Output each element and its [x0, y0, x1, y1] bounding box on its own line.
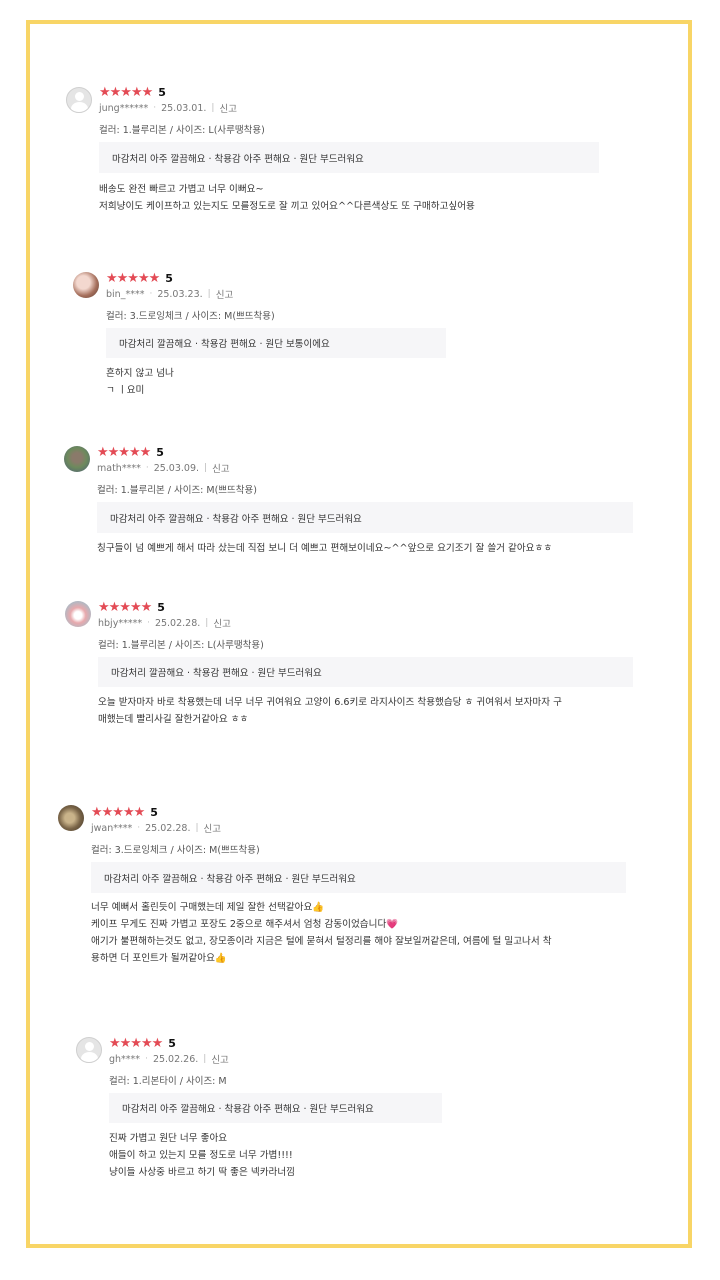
review-date: 25.03.23.	[157, 288, 203, 300]
evaluation-tags: 마감처리 깔끔해요 · 착용감 편해요 · 원단 부드러워요	[98, 657, 633, 687]
review-text-line: 저희냥이도 케이프하고 있는지도 모를정도로 잘 끼고 있어요^^다른색상도 또…	[99, 201, 475, 212]
report-link[interactable]: 신고	[213, 616, 230, 630]
option-info: 컬러: 3.드로잉체크 / 사이즈: M(쁘뜨착용)	[106, 311, 275, 322]
star-rating-icon: ★★★★★	[106, 270, 160, 286]
review-date: 25.02.28.	[154, 617, 201, 629]
avatar	[73, 272, 99, 298]
review-text-line: 칭구들이 넘 예쁘게 해서 따라 샀는데 직접 보니 더 예쁘고 편해보이네요~…	[97, 543, 553, 554]
report-link[interactable]: 신고	[204, 821, 221, 835]
avatar	[76, 1037, 102, 1063]
review-text-line: 진짜 가볍고 원단 너무 좋아요	[109, 1133, 228, 1144]
rating-score: 5	[150, 805, 158, 819]
review-text-line: 냥이들 사상중 바르고 하기 딱 좋은 넥카라너낌	[109, 1167, 295, 1178]
review-text: 칭구들이 넘 예쁘게 해서 따라 샀는데 직접 보니 더 예쁘고 편해보이네요~…	[97, 540, 552, 557]
review-date: 25.03.09.	[153, 462, 200, 474]
option-info: 컬러: 1.블루리본 / 사이즈: M(쁘뜨착용)	[97, 485, 257, 496]
review-text: 배송도 완전 빠르고 가볍고 너무 이뻐요~ 저희냥이도 케이프하고 있는지도 …	[99, 181, 475, 215]
rating-score: 5	[168, 1036, 176, 1050]
review-text: 너무 예뻐서 홀린듯이 구매했는데 제일 잘한 선택같아요👍 케이프 무게도 진…	[91, 899, 552, 967]
evaluation-tags: 마감처리 깔끔해요 · 착용감 편해요 · 원단 보통이에요	[106, 328, 446, 358]
star-rating-icon: ★★★★★	[109, 1035, 163, 1051]
option-info: 컬러: 3.드로잉체크 / 사이즈: M(쁘뜨착용)	[91, 845, 260, 856]
avatar	[64, 446, 90, 472]
review-date: 25.02.26.	[152, 1053, 199, 1065]
star-rating-icon: ★★★★★	[97, 444, 151, 460]
report-link[interactable]: 신고	[219, 101, 236, 115]
username: bin_****	[106, 288, 145, 300]
review-text-line: 오늘 받자마자 바로 착용했는데 너무 너무 귀여워요 고양이 6.6키로 라지…	[98, 697, 562, 708]
review-text-line: ㄱ ㅣ요미	[106, 385, 145, 396]
rating-score: 5	[156, 445, 164, 459]
avatar	[66, 87, 92, 113]
avatar	[58, 805, 84, 831]
review-text: 진짜 가볍고 원단 너무 좋아요 애들이 하고 있는지 모를 정도로 너무 가볍…	[109, 1130, 295, 1181]
report-link[interactable]: 신고	[211, 1052, 228, 1066]
rating-score: 5	[165, 271, 173, 285]
option-info: 컬러: 1.블루리본 / 사이즈: L(사루땡착용)	[99, 125, 265, 136]
review-date: 25.02.28.	[145, 822, 191, 834]
review-text-line: 배송도 완전 빠르고 가볍고 너무 이뻐요~	[99, 184, 264, 195]
review-text: 오늘 받자마자 바로 착용했는데 너무 너무 귀여워요 고양이 6.6키로 라지…	[98, 694, 562, 728]
report-link[interactable]: 신고	[216, 287, 233, 301]
review-date: 25.03.01.	[161, 102, 207, 114]
username: gh****	[109, 1053, 141, 1065]
star-rating-icon: ★★★★★	[99, 84, 153, 100]
report-link[interactable]: 신고	[212, 461, 229, 475]
option-info: 컬러: 1.블루리본 / 사이즈: L(사루땡착용)	[98, 640, 264, 651]
evaluation-tags: 마감처리 아주 깔끔해요 · 착용감 아주 편해요 · 원단 부드러워요	[99, 142, 599, 173]
username: math****	[97, 462, 141, 474]
review-text: 흔하지 않고 넘나 ㄱ ㅣ요미	[106, 365, 174, 399]
evaluation-tags: 마감처리 아주 깔끔해요 · 착용감 아주 편해요 · 원단 부드러워요	[97, 502, 633, 533]
username: hbjy*****	[98, 617, 143, 629]
option-info: 컬러: 1.리본타이 / 사이즈: M	[109, 1076, 227, 1087]
review-text-line: 애들이 하고 있는지 모를 정도로 너무 가볍!!!!	[109, 1150, 293, 1161]
evaluation-tags: 마감처리 아주 깔끔해요 · 착용감 아주 편해요 · 원단 부드러워요	[109, 1093, 442, 1123]
review-text-line: 흔하지 않고 넘나	[106, 368, 174, 379]
rating-score: 5	[157, 600, 165, 614]
star-rating-icon: ★★★★★	[91, 804, 145, 820]
review-text-line: 용하면 더 포인트가 될꺼같아요👍	[91, 953, 227, 964]
username: jung******	[99, 102, 149, 114]
avatar	[65, 601, 91, 627]
rating-score: 5	[158, 85, 166, 99]
username: jwan****	[91, 822, 133, 834]
review-text-line: 너무 예뻐서 홀린듯이 구매했는데 제일 잘한 선택같아요👍	[91, 902, 325, 913]
star-rating-icon: ★★★★★	[98, 599, 152, 615]
review-text-line: 매했는데 빨리사길 잘한거같아요 ㅎㅎ	[98, 714, 249, 725]
review-text-line: 케이프 무게도 진짜 가볍고 포장도 2중으로 해주셔서 엄청 감동이었습니다💗	[91, 919, 399, 930]
evaluation-tags: 마감처리 아주 깔끔해요 · 착용감 아주 편해요 · 원단 부드러워요	[91, 862, 626, 893]
review-text-line: 애기가 불편해하는것도 없고, 장모종이라 지금은 털에 묻혀서 털정리를 해야…	[91, 936, 552, 947]
